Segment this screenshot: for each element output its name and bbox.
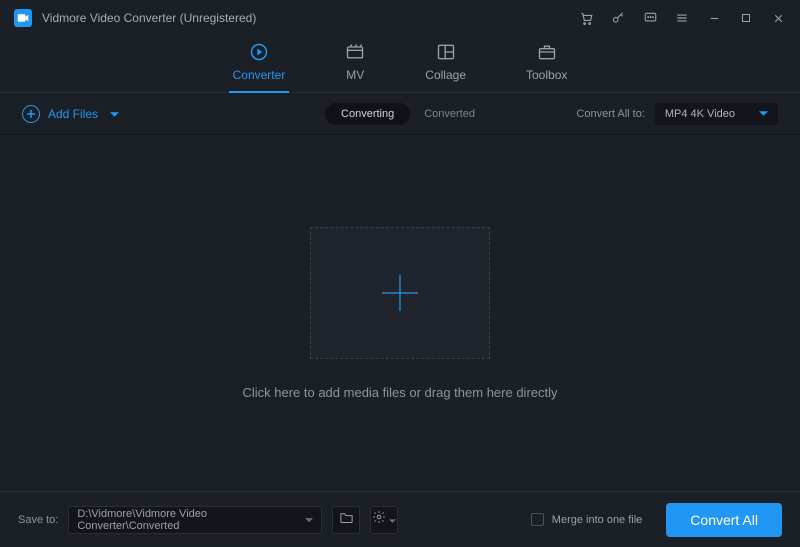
convert-all-button[interactable]: Convert All xyxy=(666,503,782,537)
app-title: Vidmore Video Converter (Unregistered) xyxy=(42,11,256,25)
tab-label: Converter xyxy=(233,68,286,82)
caret-down-icon xyxy=(389,511,396,529)
mv-icon xyxy=(345,42,365,62)
cart-icon[interactable] xyxy=(578,10,594,26)
tab-label: Collage xyxy=(425,68,466,82)
settings-button[interactable] xyxy=(370,506,398,534)
tab-toolbox[interactable]: Toolbox xyxy=(526,42,567,92)
save-path-select[interactable]: D:\Vidmore\Vidmore Video Converter\Conve… xyxy=(68,506,322,534)
feedback-icon[interactable] xyxy=(642,10,658,26)
convert-button-label: Convert All xyxy=(690,512,758,528)
main-area: Click here to add media files or drag th… xyxy=(0,135,800,491)
status-toggle: Converting Converted xyxy=(325,103,475,125)
toolbox-icon xyxy=(537,42,557,62)
dropzone[interactable] xyxy=(310,227,490,359)
maximize-icon[interactable] xyxy=(738,10,754,26)
main-tabs: Converter MV Collage Toolbox xyxy=(0,36,800,93)
tab-collage[interactable]: Collage xyxy=(425,42,466,92)
checkbox-icon xyxy=(531,513,544,526)
window-controls xyxy=(578,10,786,26)
save-to-label: Save to: xyxy=(18,514,58,526)
format-select[interactable]: MP4 4K Video xyxy=(655,103,778,125)
tab-label: Toolbox xyxy=(526,68,567,82)
status-converted[interactable]: Converted xyxy=(424,108,475,120)
chevron-down-icon xyxy=(110,107,119,121)
add-files-button[interactable]: Add Files xyxy=(22,105,119,123)
menu-icon[interactable] xyxy=(674,10,690,26)
status-converting[interactable]: Converting xyxy=(325,103,410,125)
caret-down-icon xyxy=(759,108,768,120)
close-icon[interactable] xyxy=(770,10,786,26)
key-icon[interactable] xyxy=(610,10,626,26)
app-logo-icon xyxy=(14,9,32,27)
convert-all-section: Convert All to: MP4 4K Video xyxy=(576,103,778,125)
tab-label: MV xyxy=(346,68,364,82)
converter-icon xyxy=(249,42,269,62)
plus-circle-icon xyxy=(22,105,40,123)
minimize-icon[interactable] xyxy=(706,10,722,26)
merge-checkbox[interactable]: Merge into one file xyxy=(531,513,643,526)
footer: Save to: D:\Vidmore\Vidmore Video Conver… xyxy=(0,491,800,547)
open-folder-button[interactable] xyxy=(332,506,360,534)
collage-icon xyxy=(436,42,456,62)
plus-icon xyxy=(378,271,422,315)
subbar: Add Files Converting Converted Convert A… xyxy=(0,93,800,135)
caret-down-icon xyxy=(305,514,313,526)
format-selected: MP4 4K Video xyxy=(665,108,735,120)
tab-converter[interactable]: Converter xyxy=(233,42,286,92)
add-files-label: Add Files xyxy=(48,107,98,121)
gear-icon xyxy=(372,510,386,529)
titlebar: Vidmore Video Converter (Unregistered) xyxy=(0,0,800,36)
folder-icon xyxy=(339,511,354,529)
tab-mv[interactable]: MV xyxy=(345,42,365,92)
dropzone-hint: Click here to add media files or drag th… xyxy=(242,385,557,400)
merge-label: Merge into one file xyxy=(552,514,643,526)
convert-all-label: Convert All to: xyxy=(576,108,644,120)
save-path-text: D:\Vidmore\Vidmore Video Converter\Conve… xyxy=(77,508,305,532)
